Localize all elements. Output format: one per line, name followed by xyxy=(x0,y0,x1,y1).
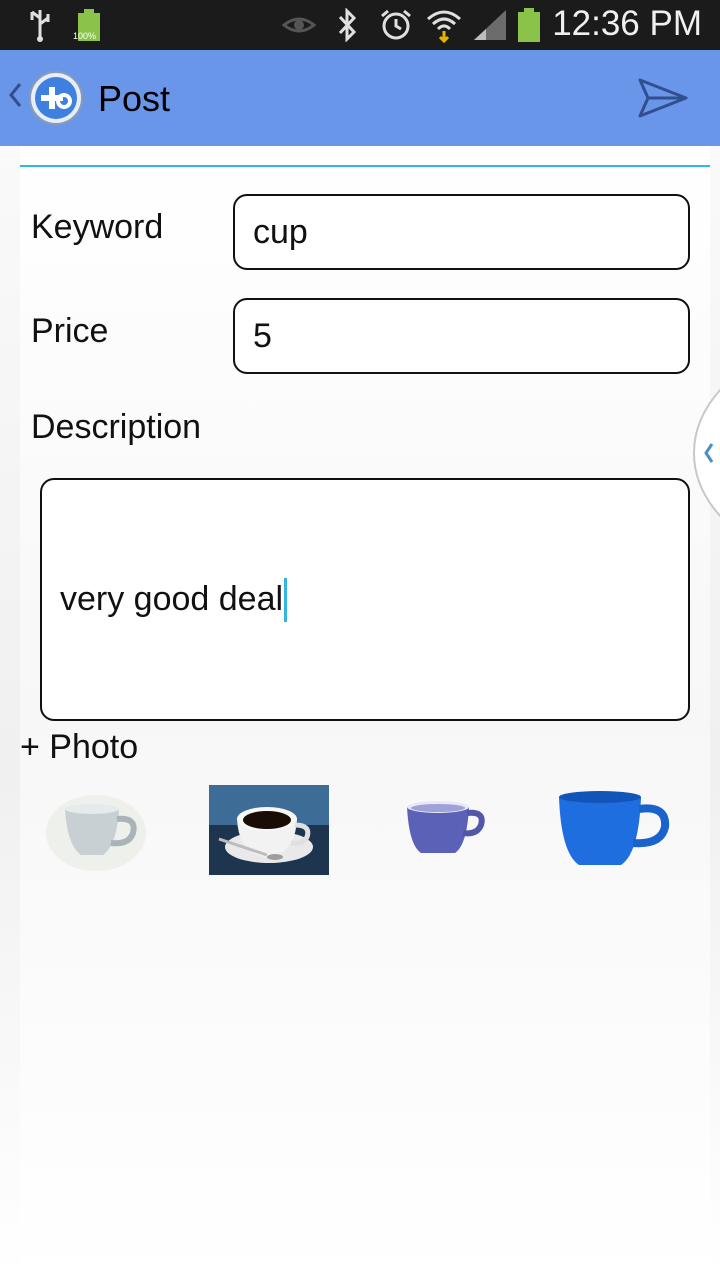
white-cup-photo[interactable] xyxy=(40,782,152,878)
description-value: very good deal xyxy=(60,580,284,618)
coffee-cup-photo[interactable] xyxy=(209,782,329,878)
status-time: 12:36 PM xyxy=(552,4,702,43)
wifi-icon xyxy=(424,0,464,50)
alarm-icon xyxy=(378,0,414,50)
usb-icon xyxy=(26,0,54,50)
app-logo-icon[interactable] xyxy=(28,70,84,126)
send-icon[interactable] xyxy=(636,74,690,122)
signal-icon xyxy=(472,0,508,50)
side-drawer-handle[interactable] xyxy=(692,388,720,518)
keyword-value: cup xyxy=(253,212,308,251)
page-title: Post xyxy=(98,78,171,119)
keyword-input[interactable]: cup xyxy=(233,194,690,270)
description-label: Description xyxy=(31,408,202,446)
description-input[interactable]: very good deal xyxy=(40,478,690,721)
battery-icon xyxy=(514,0,544,50)
add-photo-button[interactable]: + Photo xyxy=(20,728,138,767)
divider xyxy=(20,165,710,167)
purple-cup-photo[interactable] xyxy=(398,782,490,878)
keyword-label: Keyword xyxy=(31,208,164,246)
price-label: Price xyxy=(31,312,109,350)
battery-percent-label: 100% xyxy=(73,31,97,41)
eye-icon xyxy=(282,0,316,50)
up-caret-icon[interactable] xyxy=(8,82,22,115)
bluetooth-icon xyxy=(334,0,360,50)
text-cursor xyxy=(284,577,288,622)
price-value: 5 xyxy=(253,316,272,355)
blue-cup-photo[interactable] xyxy=(554,782,676,878)
battery-full-icon xyxy=(74,0,104,50)
price-input[interactable]: 5 xyxy=(233,298,690,374)
status-bar: 100% 12:36 PM xyxy=(0,0,720,50)
action-bar: Post xyxy=(0,50,720,146)
